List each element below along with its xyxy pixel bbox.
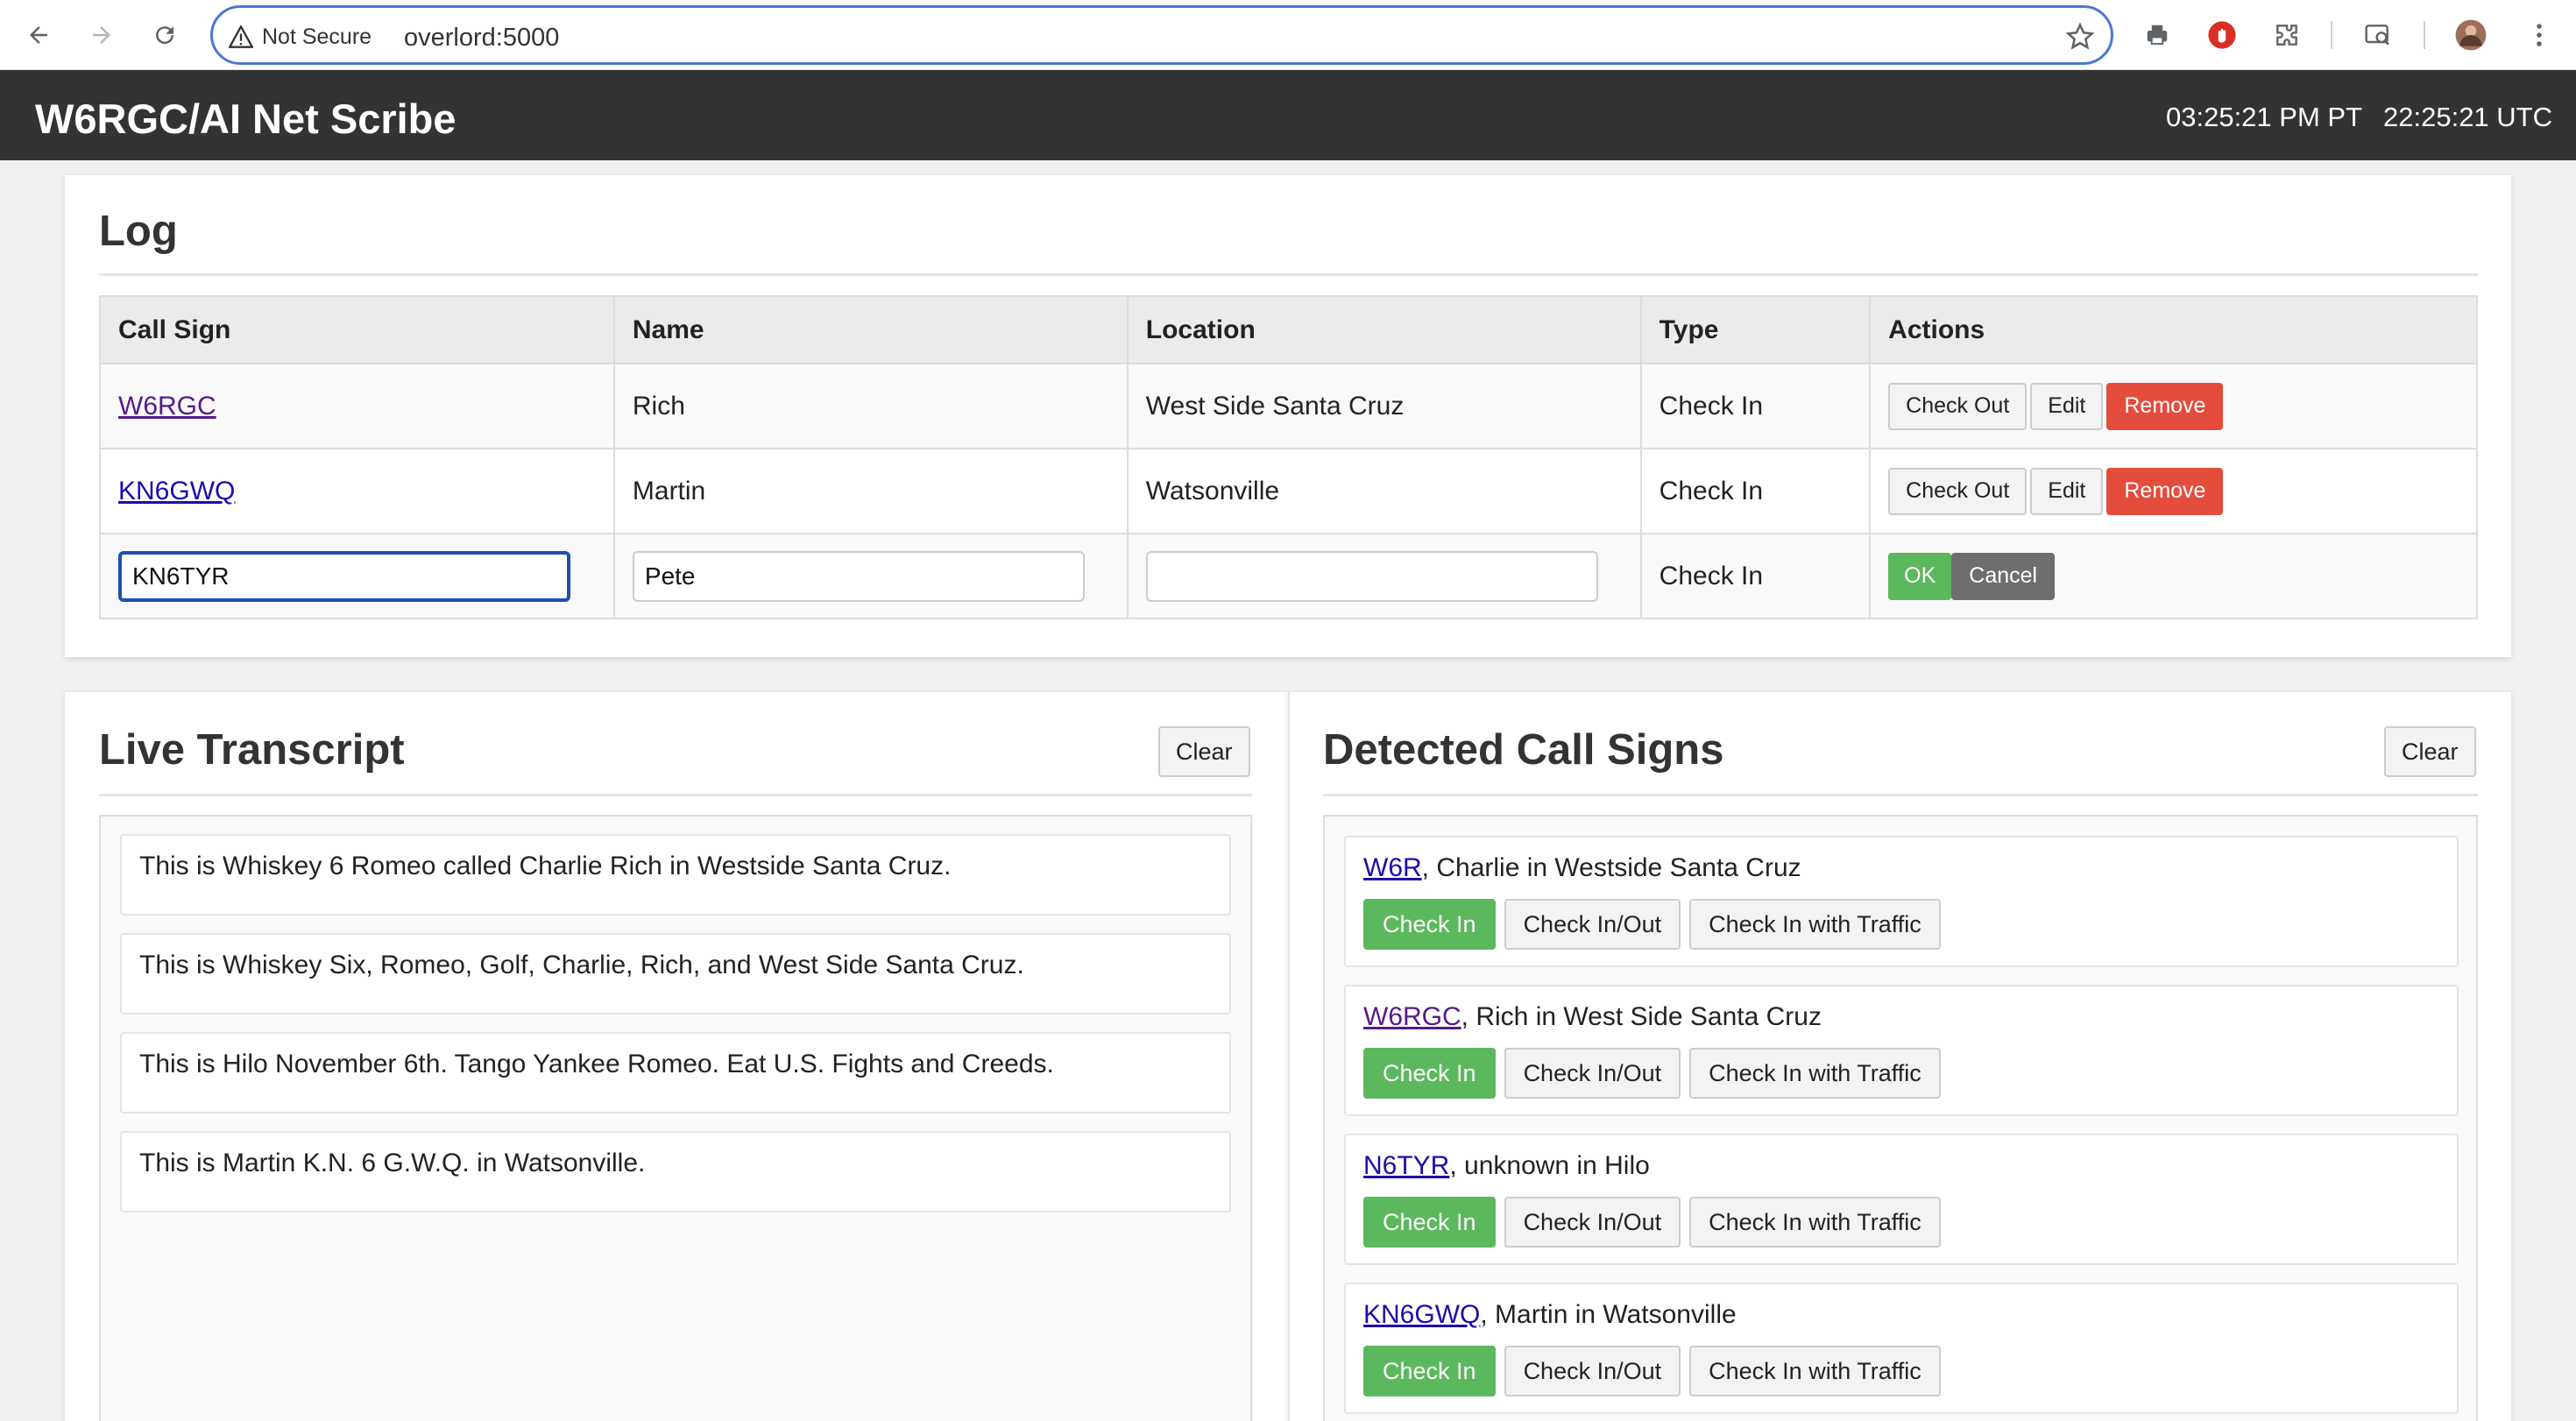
call-sign-input[interactable] bbox=[118, 550, 570, 602]
check-in-traffic-button[interactable]: Check In with Traffic bbox=[1689, 899, 1941, 950]
more-menu-icon[interactable] bbox=[2522, 18, 2557, 53]
check-in-traffic-button[interactable]: Check In with Traffic bbox=[1689, 1197, 1941, 1248]
app-title: W6RGC/AI Net Scribe bbox=[35, 95, 456, 142]
detected-item: W6RGC, Rich in West Side Santa Cruz Chec… bbox=[1344, 985, 2459, 1116]
check-in-button[interactable]: Check In bbox=[1363, 1197, 1496, 1248]
toolbar-divider bbox=[2424, 21, 2425, 49]
bookmark-star-icon[interactable] bbox=[2065, 22, 2095, 52]
back-arrow-icon[interactable] bbox=[19, 16, 58, 54]
location-cell: Watsonville bbox=[1126, 448, 1642, 534]
detected-list: W6R, Charlie in Westside Santa Cruz Chec… bbox=[1323, 815, 2478, 1421]
security-label: Not Secure bbox=[262, 24, 372, 49]
stop-extension-icon[interactable] bbox=[2204, 18, 2240, 53]
cancel-button[interactable]: Cancel bbox=[1951, 552, 2056, 600]
column-header-actions: Actions bbox=[1869, 295, 2478, 364]
column-header-call-sign: Call Sign bbox=[99, 295, 615, 364]
check-in-button[interactable]: Check In bbox=[1363, 899, 1496, 950]
detected-title: Detected Call Signs bbox=[1323, 726, 1724, 774]
table-row: W6RGC Rich West Side Santa Cruz Check In… bbox=[99, 363, 2478, 449]
transcript-item: This is Hilo November 6th. Tango Yankee … bbox=[120, 1032, 1231, 1113]
table-row: KN6GWQ Martin Watsonville Check In Check… bbox=[99, 448, 2478, 534]
tab-search-icon[interactable] bbox=[2360, 18, 2396, 53]
check-out-button[interactable]: Check Out bbox=[1888, 467, 2028, 515]
profile-avatar-icon[interactable] bbox=[2453, 18, 2488, 53]
detected-call-sign-link[interactable]: KN6GWQ bbox=[1363, 1300, 1480, 1329]
clear-detected-button[interactable]: Clear bbox=[2384, 726, 2476, 777]
reload-icon[interactable] bbox=[145, 16, 184, 54]
utc-time: 22:25:21 UTC bbox=[2383, 102, 2552, 132]
detected-divider bbox=[1323, 794, 2478, 796]
location-input[interactable] bbox=[1145, 550, 1598, 602]
log-table: Call Sign Name Location Type Actions W6R… bbox=[99, 295, 2478, 619]
check-out-button[interactable]: Check Out bbox=[1888, 382, 2028, 430]
transcript-item: This is Martin K.N. 6 G.W.Q. in Watsonvi… bbox=[120, 1131, 1231, 1212]
edit-button[interactable]: Edit bbox=[2030, 467, 2104, 515]
browser-toolbar: Not Secure overlord:5000 bbox=[0, 0, 2576, 70]
detected-detail: , Rich in West Side Santa Cruz bbox=[1461, 1002, 1822, 1031]
detected-detail: , Martin in Watsonville bbox=[1480, 1300, 1737, 1329]
name-cell: Martin bbox=[612, 448, 1129, 534]
toolbar-divider bbox=[2331, 21, 2332, 49]
detected-call-sign-link[interactable]: W6R bbox=[1363, 853, 1422, 882]
column-header-type: Type bbox=[1639, 295, 1872, 364]
location-cell: West Side Santa Cruz bbox=[1126, 363, 1642, 449]
edit-row: Check In OK Cancel bbox=[99, 533, 2478, 619]
clear-transcript-button[interactable]: Clear bbox=[1158, 726, 1250, 777]
detected-item: N6TYR, unknown in Hilo Check In Check In… bbox=[1344, 1134, 2459, 1265]
type-cell: Check In bbox=[1639, 363, 1872, 449]
check-in-out-button[interactable]: Check In/Out bbox=[1504, 1197, 1681, 1248]
check-in-out-button[interactable]: Check In/Out bbox=[1504, 899, 1681, 950]
url-text[interactable]: overlord:5000 bbox=[404, 24, 559, 53]
column-header-location: Location bbox=[1126, 295, 1642, 364]
detected-call-sign-link[interactable]: N6TYR bbox=[1363, 1151, 1449, 1180]
remove-button[interactable]: Remove bbox=[2106, 467, 2224, 515]
remove-button[interactable]: Remove bbox=[2106, 382, 2224, 430]
printer-extension-icon[interactable] bbox=[2140, 18, 2175, 53]
local-time: 03:25:21 PM PT bbox=[2166, 102, 2363, 132]
check-in-button[interactable]: Check In bbox=[1363, 1048, 1496, 1099]
check-in-traffic-button[interactable]: Check In with Traffic bbox=[1689, 1346, 1941, 1396]
detected-detail: , Charlie in Westside Santa Cruz bbox=[1421, 853, 1801, 882]
puzzle-extensions-icon[interactable] bbox=[2269, 18, 2304, 53]
log-header-row: Call Sign Name Location Type Actions bbox=[99, 295, 2478, 364]
detected-call-sign-link[interactable]: W6RGC bbox=[1363, 1002, 1461, 1031]
log-title: Log bbox=[99, 208, 178, 255]
log-divider bbox=[99, 273, 2478, 276]
detected-item: W6R, Charlie in Westside Santa Cruz Chec… bbox=[1344, 836, 2459, 967]
edit-button[interactable]: Edit bbox=[2030, 382, 2104, 430]
call-sign-link[interactable]: W6RGC bbox=[118, 392, 216, 421]
address-bar[interactable]: Not Secure overlord:5000 bbox=[210, 5, 2113, 65]
detected-detail: , unknown in Hilo bbox=[1449, 1151, 1650, 1180]
call-sign-link[interactable]: KN6GWQ bbox=[118, 477, 235, 505]
transcript-list: This is Whiskey 6 Romeo called Charlie R… bbox=[99, 815, 1252, 1421]
type-cell: Check In bbox=[1639, 448, 1872, 534]
column-header-name: Name bbox=[612, 295, 1129, 364]
transcript-item: This is Whiskey Six, Romeo, Golf, Charli… bbox=[120, 933, 1231, 1014]
transcript-divider bbox=[99, 794, 1252, 796]
forward-arrow-icon[interactable] bbox=[82, 16, 121, 54]
detected-item: KN6GWQ, Martin in Watsonville Check In C… bbox=[1344, 1283, 2459, 1414]
check-in-out-button[interactable]: Check In/Out bbox=[1504, 1048, 1681, 1099]
check-in-button[interactable]: Check In bbox=[1363, 1346, 1496, 1396]
warning-icon bbox=[229, 25, 253, 48]
name-input[interactable] bbox=[632, 550, 1085, 602]
security-indicator[interactable]: Not Secure bbox=[229, 22, 372, 52]
transcript-item: This is Whiskey 6 Romeo called Charlie R… bbox=[120, 834, 1231, 916]
name-cell: Rich bbox=[612, 363, 1129, 449]
type-cell: Check In bbox=[1639, 533, 1872, 619]
ok-button[interactable]: OK bbox=[1888, 552, 1952, 600]
check-in-out-button[interactable]: Check In/Out bbox=[1504, 1346, 1681, 1396]
transcript-title: Live Transcript bbox=[99, 726, 405, 774]
app-header: W6RGC/AI Net Scribe 03:25:21 PM PT 22:25… bbox=[0, 70, 2576, 160]
check-in-traffic-button[interactable]: Check In with Traffic bbox=[1689, 1048, 1941, 1099]
